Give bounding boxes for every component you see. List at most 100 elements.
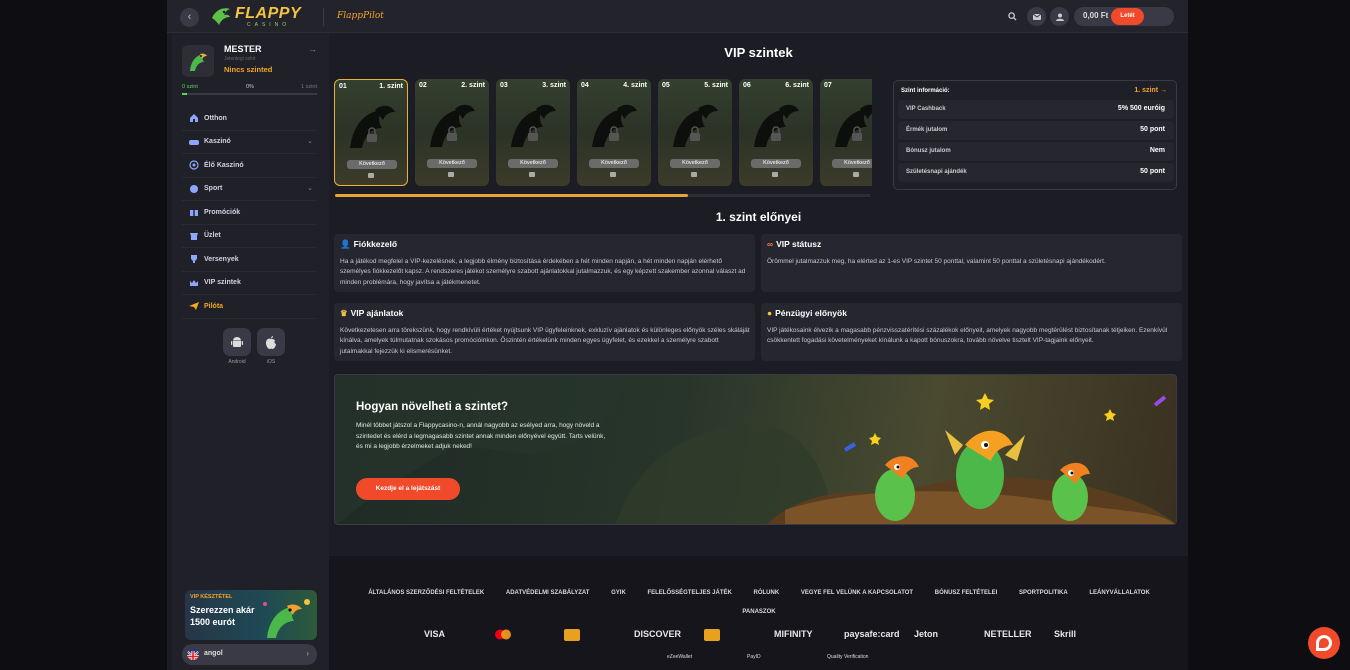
footer-link[interactable]: RÓLUNK <box>754 590 780 596</box>
level-progress-fill <box>182 93 188 95</box>
sidebar-item-élő-kaszinó[interactable]: Élő Kaszinó <box>182 154 317 178</box>
next-label: Következő <box>670 159 720 168</box>
benefit-title: VIP ajánlatok <box>350 308 404 318</box>
sidebar-item-pilóta[interactable]: Pilóta <box>182 295 317 319</box>
benefits-title: 1. szint előnyei <box>715 210 802 224</box>
next-label: Következő <box>832 159 872 168</box>
ios-label: iOS <box>266 359 276 365</box>
footer-link[interactable]: SPORTPOLITIKA <box>1019 590 1068 596</box>
payment-logo: paysafe:card <box>844 629 900 639</box>
level-number: 07 <box>824 82 832 89</box>
header-divider <box>323 8 324 26</box>
payment-logos: VISA DISCOVER MIFINITY paysafe:card Jeton NET… <box>424 629 1104 647</box>
sidebar-item-sport[interactable]: Sport ⌄ <box>182 178 317 201</box>
vip-level-card[interactable]: 01 1. szint Következő <box>334 79 408 186</box>
vip-level-card[interactable]: 077Következő <box>820 79 872 186</box>
carousel-scrollbar[interactable] <box>335 194 870 197</box>
vip-level-card[interactable]: 02 2. szint Következő <box>415 79 489 186</box>
sidebar-item-versenyek[interactable]: Versenyek <box>182 248 317 272</box>
chevron-down-icon[interactable]: ⌄ <box>307 184 313 192</box>
info-key: Bónusz jutalom <box>906 148 951 154</box>
sidebar-item-vip-szintek[interactable]: VIP szintek <box>182 272 317 295</box>
sidebar-item-label: Sport <box>204 185 223 193</box>
current-level: Nincs szinted <box>224 65 273 74</box>
lock-icon <box>448 172 454 177</box>
benefit-title-row: ∞ VIP státusz <box>767 239 821 249</box>
sidebar-item-üzlet[interactable]: Üzlet <box>182 225 317 248</box>
plane-icon <box>189 301 199 311</box>
chat-button[interactable] <box>1308 627 1340 659</box>
vip-level-card[interactable]: 03 3. szint Következő <box>496 79 570 186</box>
payment-logos-secondary: eZeeWallet PayID Quality Verification <box>329 654 1188 668</box>
sidebar-item-label: Pilóta <box>204 302 224 310</box>
benefit-title: Pénzügyi előnyök <box>775 308 847 318</box>
level-number: 01 <box>339 83 347 90</box>
sidebar-item-promóciók[interactable]: Promóciók <box>182 201 317 225</box>
ios-app-button[interactable] <box>257 328 285 356</box>
locked-parrot-icon <box>673 104 718 147</box>
language-label: angol <box>204 650 223 657</box>
vip-promo-banner[interactable]: VIP KÉSZTÉTEL Szerezzen akár 1500 eurót <box>185 590 317 640</box>
back-button[interactable]: ‹ <box>180 8 199 27</box>
footer-link[interactable]: VEGYE FEL VELÜNK A KAPCSOLATOT <box>801 590 913 596</box>
vip-level-card[interactable]: 04 4. szint Következő <box>577 79 651 186</box>
user-name: MESTER <box>224 44 262 54</box>
chevron-right-icon: › <box>306 649 309 658</box>
level-label: 4. szint <box>623 82 647 89</box>
footer-link[interactable]: LEÁNYVÁLLALATOK <box>1089 590 1149 596</box>
footer-link[interactable]: ADATVÉDELMI SZABÁLYZAT <box>506 590 590 596</box>
next-label: Következő <box>589 159 639 168</box>
info-key: Születésnapi ajándék <box>906 169 967 175</box>
chevron-down-icon[interactable]: ⌄ <box>307 137 313 145</box>
level-info-selector[interactable]: 1. szint → <box>1134 87 1167 94</box>
footer-link[interactable]: PANASZOK <box>742 609 775 615</box>
sidebar-item-otthon[interactable]: Otthon <box>182 107 317 131</box>
level-number: 02 <box>419 82 427 89</box>
footer-link[interactable]: GYIK <box>611 590 626 596</box>
language-selector[interactable]: angol › <box>182 644 317 665</box>
sidebar-item-label: Kaszinó <box>204 138 231 146</box>
vip-level-card[interactable]: 06 6. szint Következő <box>739 79 813 186</box>
person-icon: 👤 <box>340 239 351 249</box>
level-number: 06 <box>743 82 751 89</box>
user-icon[interactable] <box>1050 7 1069 26</box>
benefit-title-row: 👤 Fiókkezelő <box>340 239 397 250</box>
progress-percent: 0% <box>246 84 254 90</box>
info-key: Érmék jutalom <box>906 127 948 133</box>
locked-parrot-icon <box>754 104 799 147</box>
level-info-row: Bónusz jutalom Nem <box>898 142 1174 161</box>
footer-link[interactable]: ÁLTALÁNOS SZERZŐDÉSI FELTÉTELEK <box>368 590 484 596</box>
home-icon <box>189 113 199 123</box>
start-playing-button[interactable]: Kezdje el a lejátszást <box>356 478 460 500</box>
next-label: Következő <box>427 159 477 168</box>
vip-level-card[interactable]: 05 5. szint Következő <box>658 79 732 186</box>
lock-icon <box>529 172 535 177</box>
balance-amount: 0,00 Ft <box>1083 11 1109 20</box>
next-label: Következő <box>508 159 558 168</box>
carousel-scroll-thumb[interactable] <box>335 194 689 197</box>
level-info-level: 1. szint <box>1134 87 1159 94</box>
android-icon <box>231 337 243 347</box>
benefit-card: ♛ VIP ajánlatok Következetesen arra töreks… <box>334 303 755 361</box>
footer-link[interactable]: FELELŐSSÉGTELJES JÁTÉK <box>647 590 731 596</box>
lock-icon <box>853 172 859 177</box>
sidebar-item-kaszinó[interactable]: Kaszinó ⌄ <box>182 131 317 154</box>
bird-logo-icon <box>212 8 230 25</box>
app-window: ‹ FLAPPY CASINO FlappPilot 0,00 Ft Letét… <box>167 0 1188 670</box>
mail-icon[interactable] <box>1027 7 1046 26</box>
locked-parrot-icon <box>592 104 637 147</box>
level-info-row: Születésnapi ajándék 50 pont <box>898 163 1174 182</box>
search-icon[interactable] <box>1003 7 1022 26</box>
logo-text: FLAPPY <box>235 5 302 22</box>
shop-icon <box>189 231 199 241</box>
live-icon <box>189 160 199 170</box>
vip-level-carousel[interactable]: 01 1. szint Következő 02 2. szint Következő 03… <box>334 79 872 186</box>
profile-arrow-icon[interactable]: → <box>308 44 317 54</box>
footer-link[interactable]: BÓNUSZ FELTÉTELEI <box>935 590 998 596</box>
payment-logo: MIFINITY <box>774 629 813 639</box>
android-app-button[interactable] <box>223 328 251 356</box>
pilot-logo[interactable]: FlappPilot <box>337 11 384 21</box>
parrot-icon <box>190 53 207 71</box>
deposit-button[interactable]: Letét <box>1111 8 1144 25</box>
benefit-text: Következetesen arra törekszünk, hogy ren… <box>340 327 750 355</box>
